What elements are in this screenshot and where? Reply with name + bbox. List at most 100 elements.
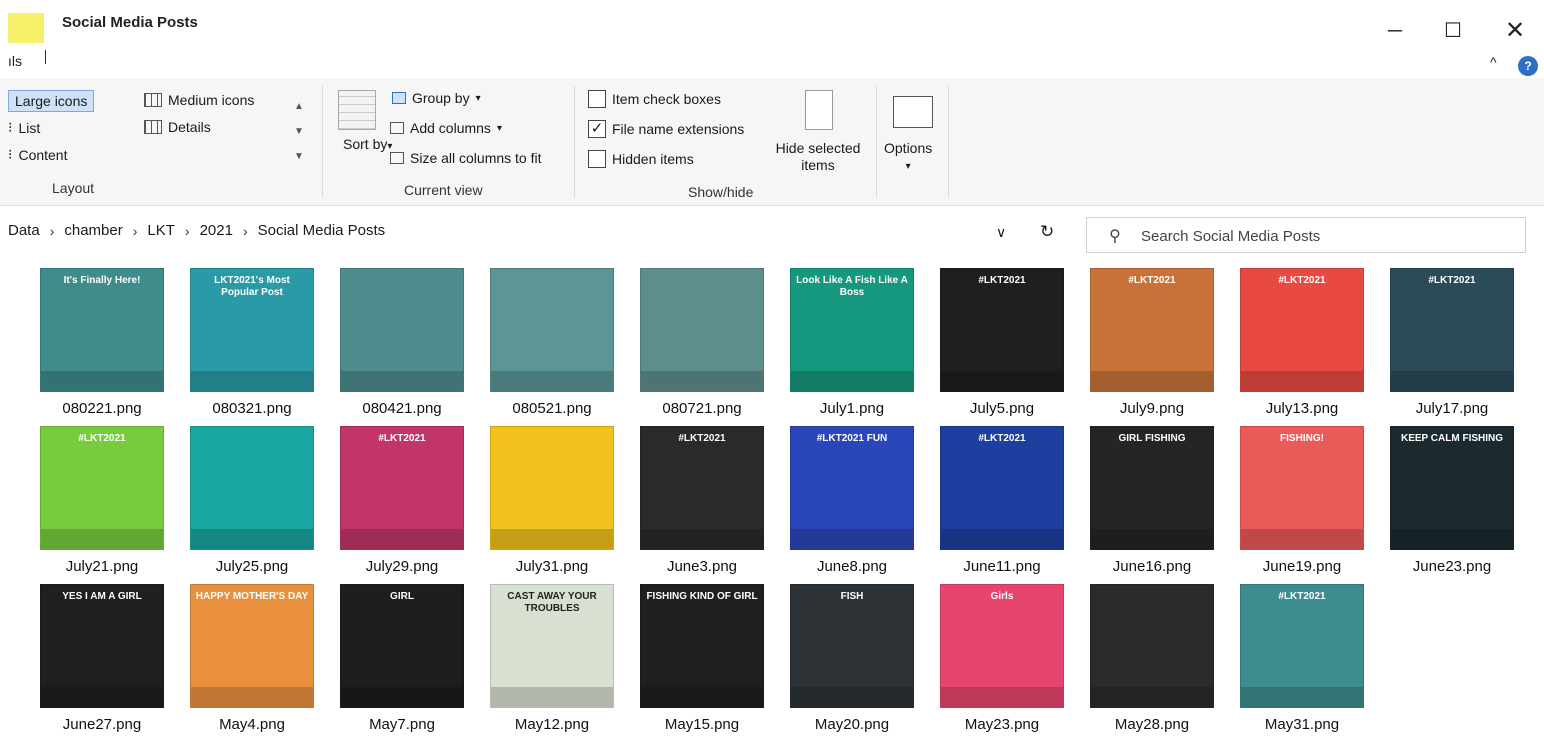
maximize-button[interactable]: ☐	[1438, 16, 1468, 46]
file-thumbnail[interactable]: #LKT2021	[640, 426, 764, 550]
file-item[interactable]: July31.png	[466, 426, 616, 576]
file-thumbnail[interactable]: #LKT2021	[1240, 584, 1364, 708]
file-item[interactable]: GIRL May7.png	[316, 584, 466, 734]
layout-medium-icons[interactable]: Medium icons	[144, 92, 254, 108]
item-check-boxes-checkbox[interactable]	[588, 90, 606, 108]
sort-by-button[interactable]: Sort by▾	[343, 136, 392, 155]
hide-selected-icon[interactable]	[805, 90, 833, 130]
file-item[interactable]: FISH May20.png	[766, 584, 916, 734]
breadcrumb-2021[interactable]: 2021	[200, 222, 233, 239]
thumbnail-band	[1091, 687, 1213, 707]
chevron-right-icon[interactable]: ›	[185, 223, 190, 239]
file-item[interactable]: CAST AWAY YOUR TROUBLES May12.png	[466, 584, 616, 734]
breadcrumb-data[interactable]: Data	[8, 222, 40, 239]
file-thumbnail[interactable]: FISHING!	[1240, 426, 1364, 550]
file-item[interactable]: #LKT2021 July29.png	[316, 426, 466, 576]
file-item[interactable]: FISHING KIND OF GIRL May15.png	[616, 584, 766, 734]
file-thumbnail[interactable]: HAPPY MOTHER'S DAY	[190, 584, 314, 708]
file-thumbnail[interactable]	[490, 426, 614, 550]
file-thumbnail[interactable]: LKT2021's Most Popular Post	[190, 268, 314, 392]
size-all-columns-button[interactable]: Size all columns to fit	[390, 150, 542, 166]
breadcrumb[interactable]: Data › chamber › LKT › 2021 › Social Med…	[8, 222, 385, 239]
group-by-button[interactable]: Group by ▾	[392, 90, 481, 106]
file-thumbnail[interactable]: Look Like A Fish Like A Boss	[790, 268, 914, 392]
file-thumbnail[interactable]: FISH	[790, 584, 914, 708]
file-item[interactable]: FISHING! June19.png	[1216, 426, 1366, 576]
layout-list[interactable]: ⁝ List	[8, 119, 40, 136]
minimize-button[interactable]: ─	[1380, 16, 1410, 46]
file-item[interactable]: July25.png	[166, 426, 316, 576]
file-thumbnail[interactable]: #LKT2021	[1240, 268, 1364, 392]
file-thumbnail[interactable]	[640, 268, 764, 392]
file-item[interactable]: Girls May23.png	[916, 584, 1066, 734]
file-thumbnail[interactable]	[1090, 584, 1214, 708]
hide-selected-items-button[interactable]: Hide selected items	[770, 140, 866, 174]
file-thumbnail[interactable]: #LKT2021	[940, 426, 1064, 550]
file-thumbnail[interactable]: #LKT2021	[340, 426, 464, 550]
collapse-ribbon-button[interactable]: ^	[1490, 54, 1497, 70]
file-thumbnail[interactable]	[340, 268, 464, 392]
file-item[interactable]: #LKT2021 July17.png	[1366, 268, 1516, 418]
file-thumbnail[interactable]: #LKT2021	[40, 426, 164, 550]
breadcrumb-chamber[interactable]: chamber	[64, 222, 122, 239]
file-item[interactable]: GIRL FISHING June16.png	[1066, 426, 1216, 576]
tab-tools[interactable]: ıls	[8, 53, 22, 69]
search-input[interactable]: Search Social Media Posts	[1141, 228, 1320, 245]
file-item[interactable]: Look Like A Fish Like A Boss July1.png	[766, 268, 916, 418]
file-thumbnail[interactable]	[490, 268, 614, 392]
file-thumbnail[interactable]: YES I AM A GIRL	[40, 584, 164, 708]
file-thumbnail[interactable]: #LKT2021	[1390, 268, 1514, 392]
chevron-right-icon[interactable]: ›	[243, 223, 248, 239]
hidden-items-checkbox[interactable]	[588, 150, 606, 168]
file-thumbnail[interactable]: Girls	[940, 584, 1064, 708]
file-thumbnail[interactable]	[190, 426, 314, 550]
file-item[interactable]: #LKT2021 FUN June8.png	[766, 426, 916, 576]
help-icon[interactable]: ?	[1518, 56, 1538, 76]
file-thumbnail[interactable]: #LKT2021 FUN	[790, 426, 914, 550]
layout-content[interactable]: ⁝ Content	[8, 146, 68, 163]
file-item[interactable]: #LKT2021 July13.png	[1216, 268, 1366, 418]
add-columns-button[interactable]: Add columns ▾	[390, 120, 502, 136]
options-icon[interactable]	[893, 96, 933, 128]
file-item[interactable]: 080521.png	[466, 268, 616, 418]
file-item[interactable]: #LKT2021 July5.png	[916, 268, 1066, 418]
refresh-icon[interactable]: ↻	[1040, 222, 1054, 242]
layout-details[interactable]: Details	[144, 119, 211, 135]
file-thumbnail[interactable]: #LKT2021	[1090, 268, 1214, 392]
breadcrumb-social-media-posts[interactable]: Social Media Posts	[258, 222, 386, 239]
file-item[interactable]: KEEP CALM FISHING June23.png	[1366, 426, 1516, 576]
breadcrumb-lkt[interactable]: LKT	[147, 222, 175, 239]
layout-large-icons[interactable]: Large icons	[8, 90, 95, 112]
item-check-boxes-option[interactable]: Item check boxes	[588, 90, 721, 108]
file-item[interactable]: May28.png	[1066, 584, 1216, 734]
file-item[interactable]: It's Finally Here! 080221.png	[16, 268, 166, 418]
file-item[interactable]: HAPPY MOTHER'S DAY May4.png	[166, 584, 316, 734]
file-thumbnail[interactable]: #LKT2021	[940, 268, 1064, 392]
file-item[interactable]: #LKT2021 June11.png	[916, 426, 1066, 576]
close-button[interactable]: ✕	[1500, 16, 1530, 46]
chevron-right-icon[interactable]: ›	[50, 223, 55, 239]
file-name-extensions-option[interactable]: ✓ File name extensions	[588, 120, 744, 138]
sort-by-icon[interactable]	[338, 90, 376, 130]
file-item[interactable]: #LKT2021 July21.png	[16, 426, 166, 576]
file-item[interactable]: YES I AM A GIRL June27.png	[16, 584, 166, 734]
file-thumbnail[interactable]: KEEP CALM FISHING	[1390, 426, 1514, 550]
file-thumbnail[interactable]: FISHING KIND OF GIRL	[640, 584, 764, 708]
options-button[interactable]: Options ▾	[884, 140, 932, 172]
file-item[interactable]: 080421.png	[316, 268, 466, 418]
file-item[interactable]: #LKT2021 June3.png	[616, 426, 766, 576]
search-box[interactable]: ⚲ Search Social Media Posts	[1086, 217, 1526, 253]
chevron-right-icon[interactable]: ›	[133, 223, 138, 239]
file-name-extensions-checkbox[interactable]: ✓	[588, 120, 606, 138]
file-item[interactable]: #LKT2021 May31.png	[1216, 584, 1366, 734]
file-thumbnail[interactable]: GIRL FISHING	[1090, 426, 1214, 550]
file-item[interactable]: LKT2021's Most Popular Post 080321.png	[166, 268, 316, 418]
address-dropdown-icon[interactable]: ∨	[996, 224, 1006, 241]
hidden-items-option[interactable]: Hidden items	[588, 150, 694, 168]
file-thumbnail[interactable]: It's Finally Here!	[40, 268, 164, 392]
file-thumbnail[interactable]: GIRL	[340, 584, 464, 708]
file-thumbnail[interactable]: CAST AWAY YOUR TROUBLES	[490, 584, 614, 708]
layout-scroll-arrows[interactable]: ▲ ▼ ▼	[294, 94, 304, 169]
file-item[interactable]: #LKT2021 July9.png	[1066, 268, 1216, 418]
file-item[interactable]: 080721.png	[616, 268, 766, 418]
